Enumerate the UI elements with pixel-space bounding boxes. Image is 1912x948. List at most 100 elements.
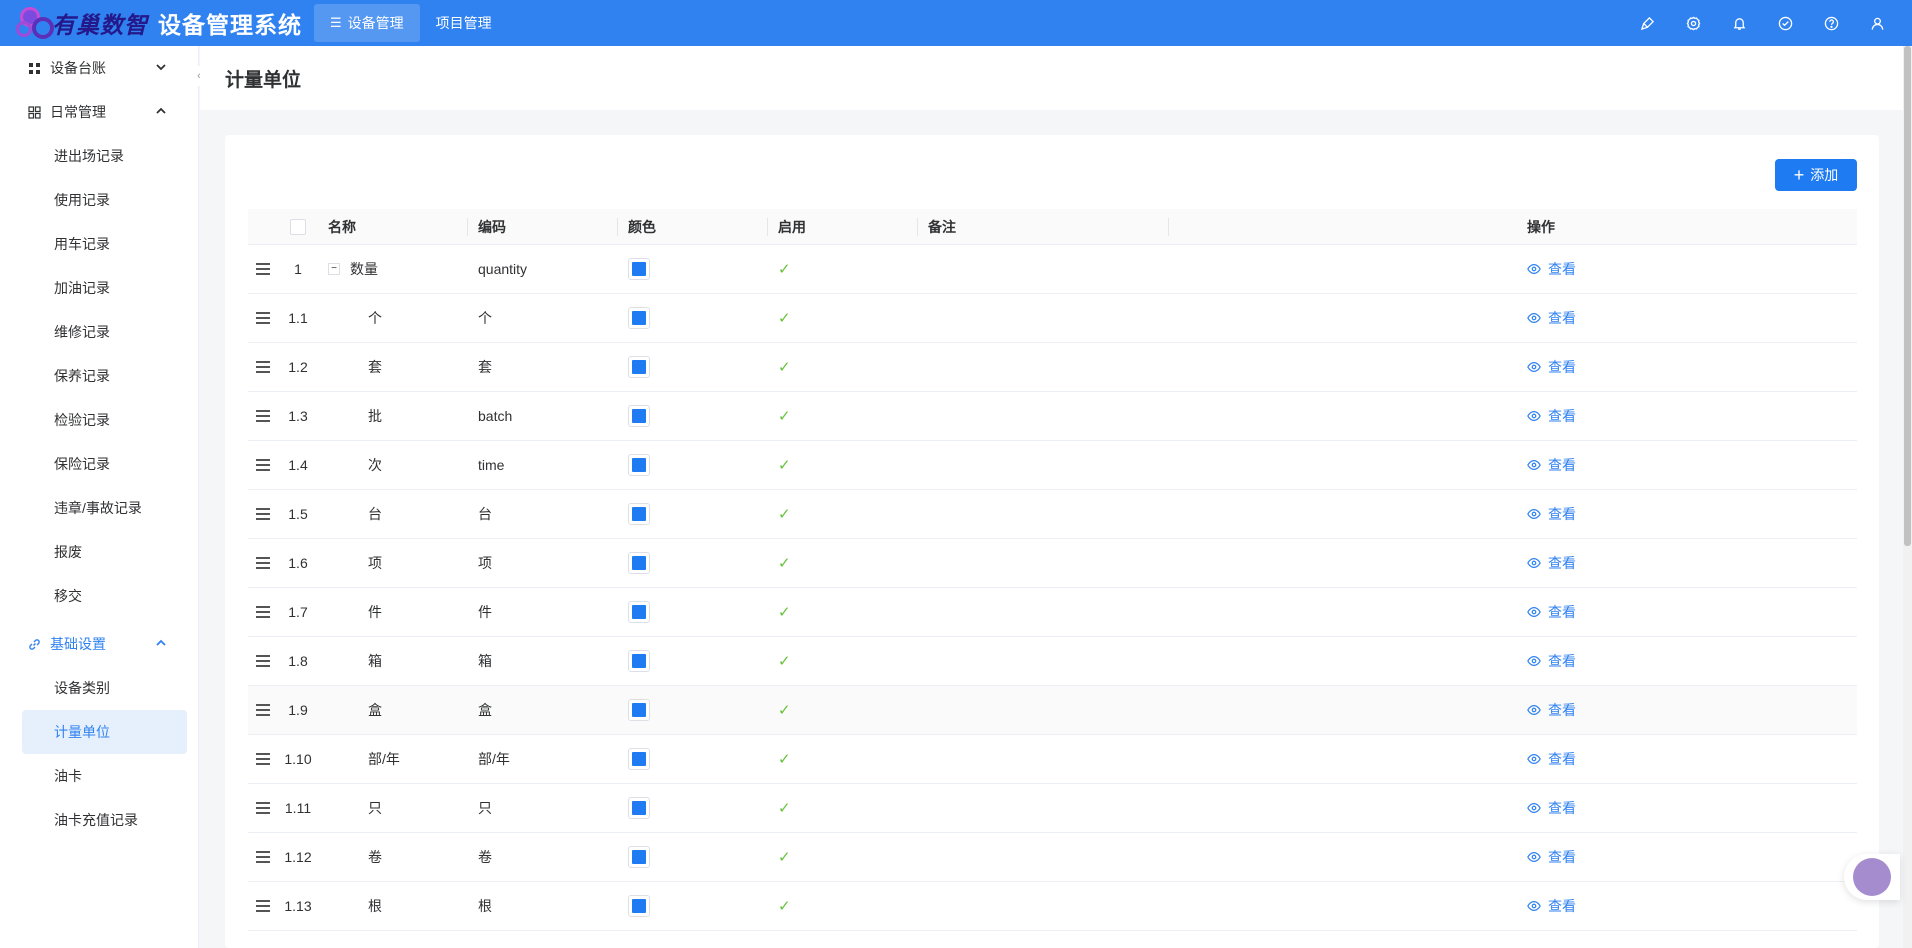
view-link[interactable]: 查看 [1527,700,1576,720]
cell-remark [918,490,1517,539]
sidebar-item-insurance[interactable]: 保险记录 [0,442,198,486]
view-link[interactable]: 查看 [1527,308,1576,328]
view-link[interactable]: 查看 [1527,504,1576,524]
row-index: 1.8 [288,653,308,669]
sidebar-item-oil-card[interactable]: 油卡 [0,754,198,798]
drag-handle-icon[interactable] [248,245,278,294]
cell-actions: 查看 [1517,637,1857,686]
row-index: 1.9 [288,702,308,718]
table-row[interactable]: 1.2 套 套 ✓ 查看 [248,343,1857,392]
table-row[interactable]: 1.12 卷 卷 ✓ 查看 [248,833,1857,882]
sidebar-item-maintenance[interactable]: 保养记录 [0,354,198,398]
cell-name: 套 [318,343,468,392]
drag-handle-icon[interactable] [248,539,278,588]
eye-icon [1527,262,1548,276]
sidebar-item-vehicle[interactable]: 用车记录 [0,222,198,266]
sidebar-item-inspection[interactable]: 检验记录 [0,398,198,442]
select-all-checkbox[interactable] [290,218,306,235]
sidebar-item-scrap[interactable]: 报废 [0,530,198,574]
cell-code: time [478,457,505,473]
table-row[interactable]: 1.8 箱 箱 ✓ 查看 [248,637,1857,686]
table-row[interactable]: 1.4 次 time ✓ 查看 [248,441,1857,490]
sidebar-item-entry-exit[interactable]: 进出场记录 [0,134,198,178]
sidebar-group-equipment-ledger[interactable]: 设备台账 [0,46,198,90]
name-text: 项 [368,555,382,571]
view-link[interactable]: 查看 [1527,749,1576,769]
sidebar-item-transfer[interactable]: 移交 [0,574,198,618]
sidebar-item-oil-card-recharge[interactable]: 油卡充值记录 [0,798,198,842]
drag-handle-icon[interactable] [248,637,278,686]
assistant-button[interactable] [1844,854,1900,900]
drag-handle-icon[interactable] [248,441,278,490]
user-icon[interactable] [1854,0,1900,46]
nav-item-project[interactable]: 项目管理 [420,4,508,42]
eye-icon [1527,654,1548,668]
drag-handle-icon[interactable] [248,882,278,931]
sidebar-item-unit[interactable]: 计量单位 [22,710,187,754]
cell-code: 只 [478,800,492,816]
drag-handle-icon[interactable] [248,294,278,343]
table-row[interactable]: 1 − 数量 quantity ✓ 查看 [248,245,1857,294]
view-link[interactable]: 查看 [1527,651,1576,671]
check-circle-icon[interactable] [1762,0,1808,46]
check-icon: ✓ [778,751,791,768]
view-link[interactable]: 查看 [1527,406,1576,426]
link-icon [28,638,42,651]
bell-icon[interactable] [1716,0,1762,46]
name-text: 箱 [368,653,382,669]
table-row[interactable]: 1.3 批 batch ✓ 查看 [248,392,1857,441]
cell-color [618,588,768,637]
cell-name: 批 [318,392,468,441]
table-row[interactable]: 1.11 只 只 ✓ 查看 [248,784,1857,833]
column-header-remark: 备注 [918,209,1168,245]
drag-handle-icon[interactable] [248,833,278,882]
drag-handle-icon[interactable] [248,735,278,784]
name-text: 件 [368,604,382,620]
view-link[interactable]: 查看 [1527,455,1576,475]
sidebar-item-refuel[interactable]: 加油记录 [0,266,198,310]
view-link[interactable]: 查看 [1527,259,1576,279]
brush-icon[interactable] [1624,0,1670,46]
drag-handle-icon[interactable] [248,686,278,735]
sidebar-item-usage[interactable]: 使用记录 [0,178,198,222]
cell-name: 部/年 [318,735,468,784]
table-row[interactable]: 1.7 件 件 ✓ 查看 [248,588,1857,637]
drag-handle-icon[interactable] [248,490,278,539]
table-row[interactable]: 1.5 台 台 ✓ 查看 [248,490,1857,539]
settings-icon[interactable] [1670,0,1716,46]
help-icon[interactable] [1808,0,1854,46]
sidebar-group-daily[interactable]: 日常管理 [0,90,198,134]
cell-actions: 查看 [1517,392,1857,441]
table-row[interactable]: 1.1 个 个 ✓ 查看 [248,294,1857,343]
collapse-row-icon[interactable]: − [328,263,340,275]
sidebar-group-basic-settings[interactable]: 基础设置 [0,622,198,666]
table-row[interactable]: 1.10 部/年 部/年 ✓ 查看 [248,735,1857,784]
cell-enabled: ✓ [768,490,918,539]
sidebar-item-repair[interactable]: 维修记录 [0,310,198,354]
view-link[interactable]: 查看 [1527,847,1576,867]
table-row[interactable]: 1.13 根 根 ✓ 查看 [248,882,1857,931]
sidebar-item-equipment-category[interactable]: 设备类别 [0,666,198,710]
drag-handle-icon[interactable] [248,588,278,637]
page-scrollbar[interactable] [1903,46,1912,948]
cell-code: 件 [478,604,492,620]
drag-handle-icon[interactable] [248,392,278,441]
add-button[interactable]: + 添加 [1775,159,1857,191]
nav-item-equipment[interactable]: ☰ 设备管理 [314,4,420,42]
name-text: 次 [368,457,382,473]
drag-handle-icon[interactable] [248,784,278,833]
table-row[interactable]: 1.6 项 项 ✓ 查看 [248,539,1857,588]
view-link[interactable]: 查看 [1527,357,1576,377]
view-link[interactable]: 查看 [1527,553,1576,573]
view-link[interactable]: 查看 [1527,798,1576,818]
drag-handle-icon[interactable] [248,343,278,392]
table-row[interactable]: 1.9 盒 盒 ✓ 查看 [248,686,1857,735]
scrollbar-thumb[interactable] [1904,46,1911,546]
view-link[interactable]: 查看 [1527,602,1576,622]
cell-color [618,539,768,588]
check-icon: ✓ [778,457,791,474]
cell-actions: 查看 [1517,833,1857,882]
view-link[interactable]: 查看 [1527,896,1576,916]
sidebar-item-violation[interactable]: 违章/事故记录 [0,486,198,530]
check-icon: ✓ [778,800,791,817]
